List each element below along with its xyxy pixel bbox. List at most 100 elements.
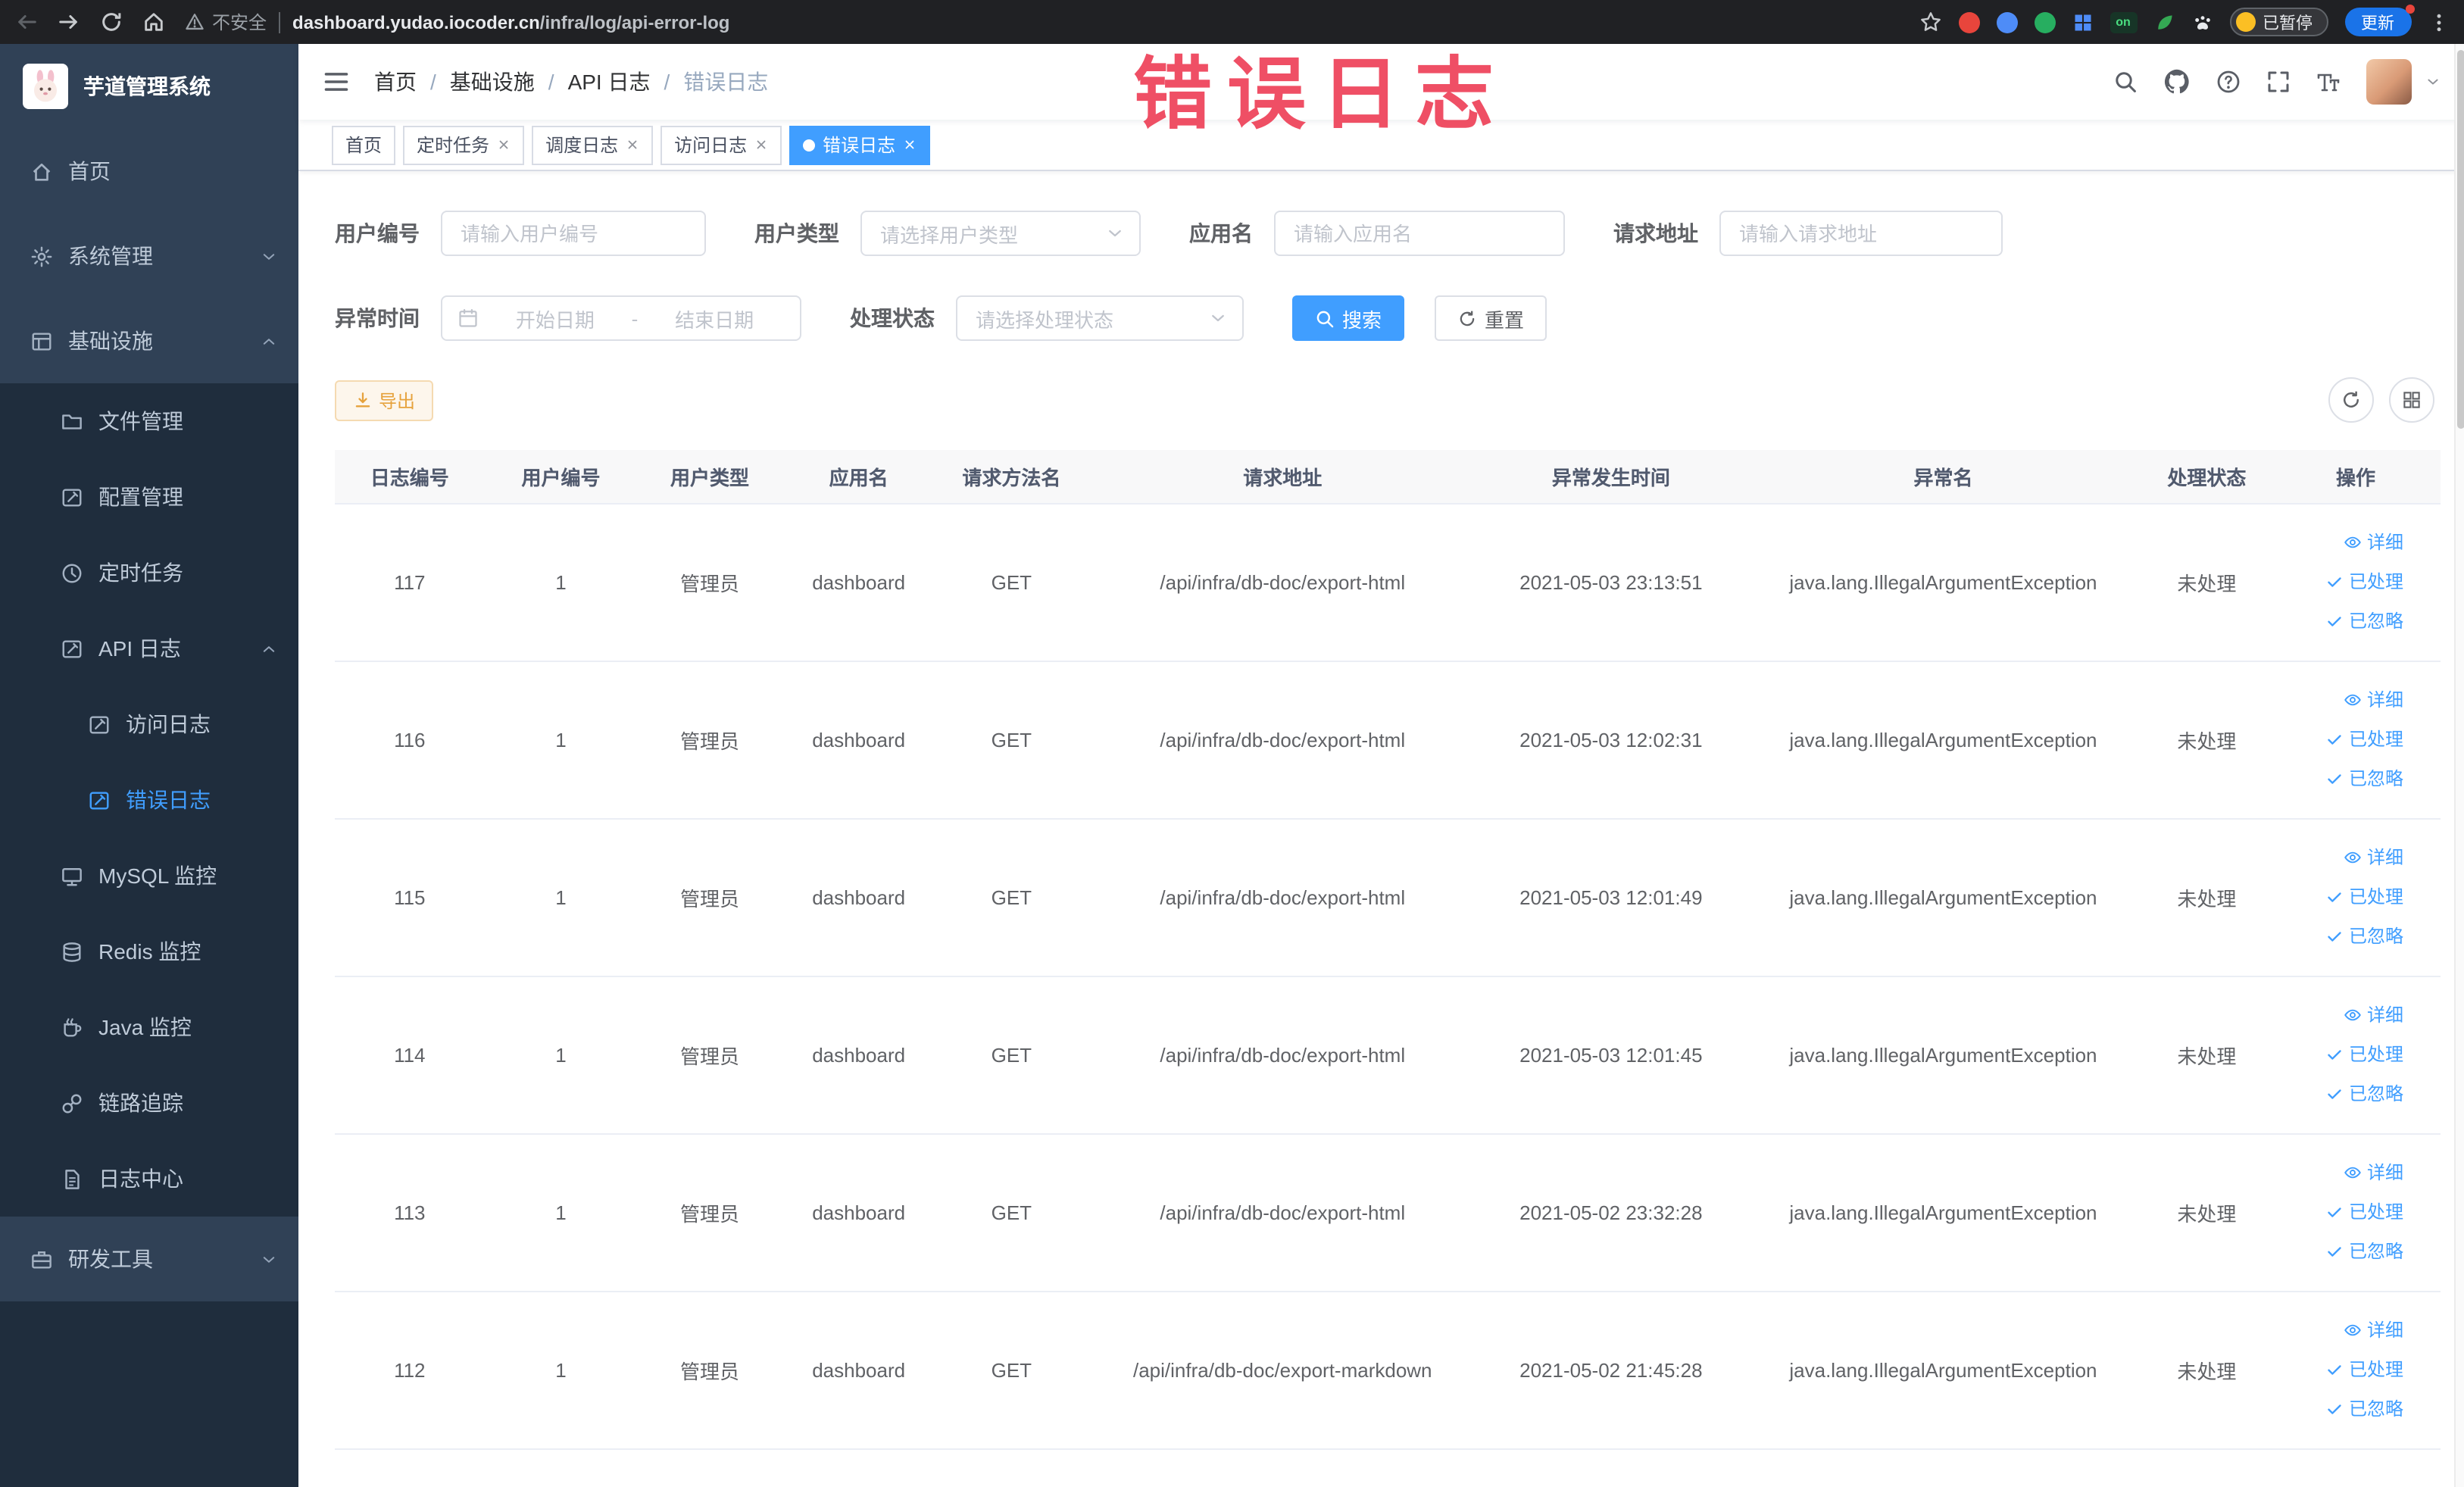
tab-scheduled-tasks[interactable]: 定时任务 (403, 125, 525, 164)
sidebar-item-scheduled-tasks[interactable]: 定时任务 (0, 535, 298, 611)
cell-exception-time: 2021-05-03 12:01:45 (1477, 976, 1745, 1134)
ignored-link[interactable]: 已忽略 (2272, 759, 2403, 798)
reset-button[interactable]: 重置 (1435, 295, 1547, 341)
sidebar-item-trace[interactable]: 链路追踪 (0, 1065, 298, 1141)
detail-link[interactable]: 详细 (2272, 1153, 2403, 1192)
ignored-link[interactable]: 已忽略 (2272, 1232, 2403, 1271)
request-url-input[interactable] (1719, 211, 2003, 256)
home-icon (30, 160, 53, 183)
sidebar-toggle-icon[interactable] (323, 68, 350, 95)
search-button[interactable]: 搜索 (1292, 295, 1405, 341)
column-settings-button[interactable] (2388, 377, 2434, 423)
user-type-label: 用户类型 (754, 221, 839, 245)
user-type-select[interactable]: 请选择用户类型 (860, 211, 1141, 256)
sidebar-item-access-log[interactable]: 访问日志 (0, 686, 298, 762)
sidebar-item-infrastructure[interactable]: 基础设施 (0, 298, 298, 383)
cell-user-type: 管理员 (637, 661, 782, 819)
fullscreen-icon[interactable] (2266, 70, 2290, 94)
cell-app-name: dashboard (782, 503, 935, 661)
sidebar-item-system-management[interactable]: 系统管理 (0, 214, 298, 298)
sidebar-item-mysql-monitor[interactable]: MySQL 监控 (0, 838, 298, 914)
extension-grid-icon[interactable] (2072, 11, 2093, 33)
breadcrumb-home[interactable]: 首页 (374, 67, 417, 97)
processed-link[interactable]: 已处理 (2272, 1350, 2403, 1389)
cell-user-type: 管理员 (637, 1291, 782, 1449)
exception-time-range-picker[interactable]: 开始日期 - 结束日期 (441, 295, 801, 341)
search-icon[interactable] (2113, 70, 2137, 94)
github-icon[interactable] (2163, 68, 2190, 95)
tab-error-log[interactable]: 错误日志 (789, 125, 931, 164)
detail-link[interactable]: 详细 (2272, 838, 2403, 877)
cell-log-id: 116 (335, 661, 485, 819)
bookmark-star-icon[interactable] (1919, 11, 1941, 33)
extension-leaf-icon[interactable] (2153, 11, 2175, 33)
breadcrumb-infrastructure[interactable]: 基础设施 (450, 67, 535, 97)
document-icon (88, 789, 111, 811)
browser-reload-icon[interactable] (100, 11, 123, 33)
process-status-select[interactable]: 请选择处理状态 (956, 295, 1244, 341)
cell-status: 未处理 (2141, 503, 2272, 661)
processed-link[interactable]: 已处理 (2272, 562, 2403, 601)
ignored-link[interactable]: 已忽略 (2272, 601, 2403, 641)
close-icon[interactable] (903, 138, 917, 152)
export-button[interactable]: 导出 (335, 380, 434, 420)
sidebar-item-log-center[interactable]: 日志中心 (0, 1141, 298, 1217)
sidebar-item-file-management[interactable]: 文件管理 (0, 383, 298, 459)
app-name-input[interactable] (1274, 211, 1565, 256)
help-icon[interactable] (2216, 70, 2240, 94)
date-range-separator: - (631, 307, 639, 330)
sidebar-item-error-log[interactable]: 错误日志 (0, 762, 298, 838)
user-id-input[interactable] (441, 211, 706, 256)
browser-update-button[interactable]: 更新 (2344, 5, 2414, 36)
sidebar-item-api-log[interactable]: API 日志 (0, 611, 298, 686)
detail-link[interactable]: 详细 (2272, 523, 2403, 562)
extension-paw-icon[interactable] (2191, 11, 2213, 33)
address-bar[interactable]: 不安全 dashboard.yudao.iocoder.cn/infra/log… (185, 9, 1899, 35)
extension-on-badge[interactable]: on (2110, 11, 2137, 33)
browser-forward-icon[interactable] (58, 11, 80, 33)
paused-badge[interactable]: 已暂停 (2229, 8, 2328, 36)
col-status: 处理状态 (2141, 450, 2272, 504)
app-logo[interactable]: 芋道管理系统 (0, 44, 298, 129)
tab-access-log[interactable]: 访问日志 (661, 125, 782, 164)
cell-log-id: 117 (335, 503, 485, 661)
extension-red-icon[interactable] (1958, 11, 1979, 33)
extension-green-icon[interactable] (2034, 11, 2055, 33)
browser-menu-icon[interactable] (2428, 11, 2449, 33)
detail-link[interactable]: 详细 (2272, 1310, 2403, 1350)
scrollbar-thumb[interactable] (2456, 50, 2464, 429)
ignored-link[interactable]: 已忽略 (2272, 1074, 2403, 1114)
processed-link[interactable]: 已处理 (2272, 877, 2403, 917)
close-icon[interactable] (497, 138, 511, 152)
ignored-link[interactable]: 已忽略 (2272, 917, 2403, 956)
browser-home-icon[interactable] (142, 11, 165, 33)
processed-link[interactable]: 已处理 (2272, 1035, 2403, 1074)
close-icon[interactable] (754, 138, 768, 152)
sidebar-item-redis-monitor[interactable]: Redis 监控 (0, 914, 298, 989)
browser-scrollbar[interactable] (2453, 44, 2464, 1487)
sidebar-item-label: MySQL 监控 (98, 864, 217, 888)
breadcrumb-api-log[interactable]: API 日志 (568, 67, 651, 97)
processed-link[interactable]: 已处理 (2272, 720, 2403, 759)
security-badge[interactable]: 不安全 (185, 9, 267, 35)
sidebar-item-dev-tools[interactable]: 研发工具 (0, 1217, 298, 1301)
refresh-button[interactable] (2328, 377, 2373, 423)
close-icon[interactable] (626, 138, 639, 152)
sidebar-item-config-management[interactable]: 配置管理 (0, 459, 298, 535)
browser-back-icon[interactable] (15, 11, 38, 33)
start-date-placeholder[interactable]: 开始日期 (485, 304, 626, 333)
sidebar-item-home[interactable]: 首页 (0, 129, 298, 214)
user-avatar[interactable] (2366, 59, 2411, 105)
ignored-link[interactable]: 已忽略 (2272, 1389, 2403, 1429)
error-log-table: 日志编号 用户编号 用户类型 应用名 请求方法名 请求地址 异常发生时间 异常名… (335, 450, 2440, 1449)
font-size-icon[interactable] (2316, 70, 2340, 94)
tab-schedule-log[interactable]: 调度日志 (532, 125, 654, 164)
sidebar-item-label: 访问日志 (126, 712, 211, 736)
extension-blue-icon[interactable] (1996, 11, 2017, 33)
detail-link[interactable]: 详细 (2272, 680, 2403, 720)
sidebar-item-java-monitor[interactable]: Java 监控 (0, 989, 298, 1065)
end-date-placeholder[interactable]: 结束日期 (644, 304, 785, 333)
detail-link[interactable]: 详细 (2272, 995, 2403, 1035)
tab-home[interactable]: 首页 (332, 125, 396, 164)
processed-link[interactable]: 已处理 (2272, 1192, 2403, 1232)
